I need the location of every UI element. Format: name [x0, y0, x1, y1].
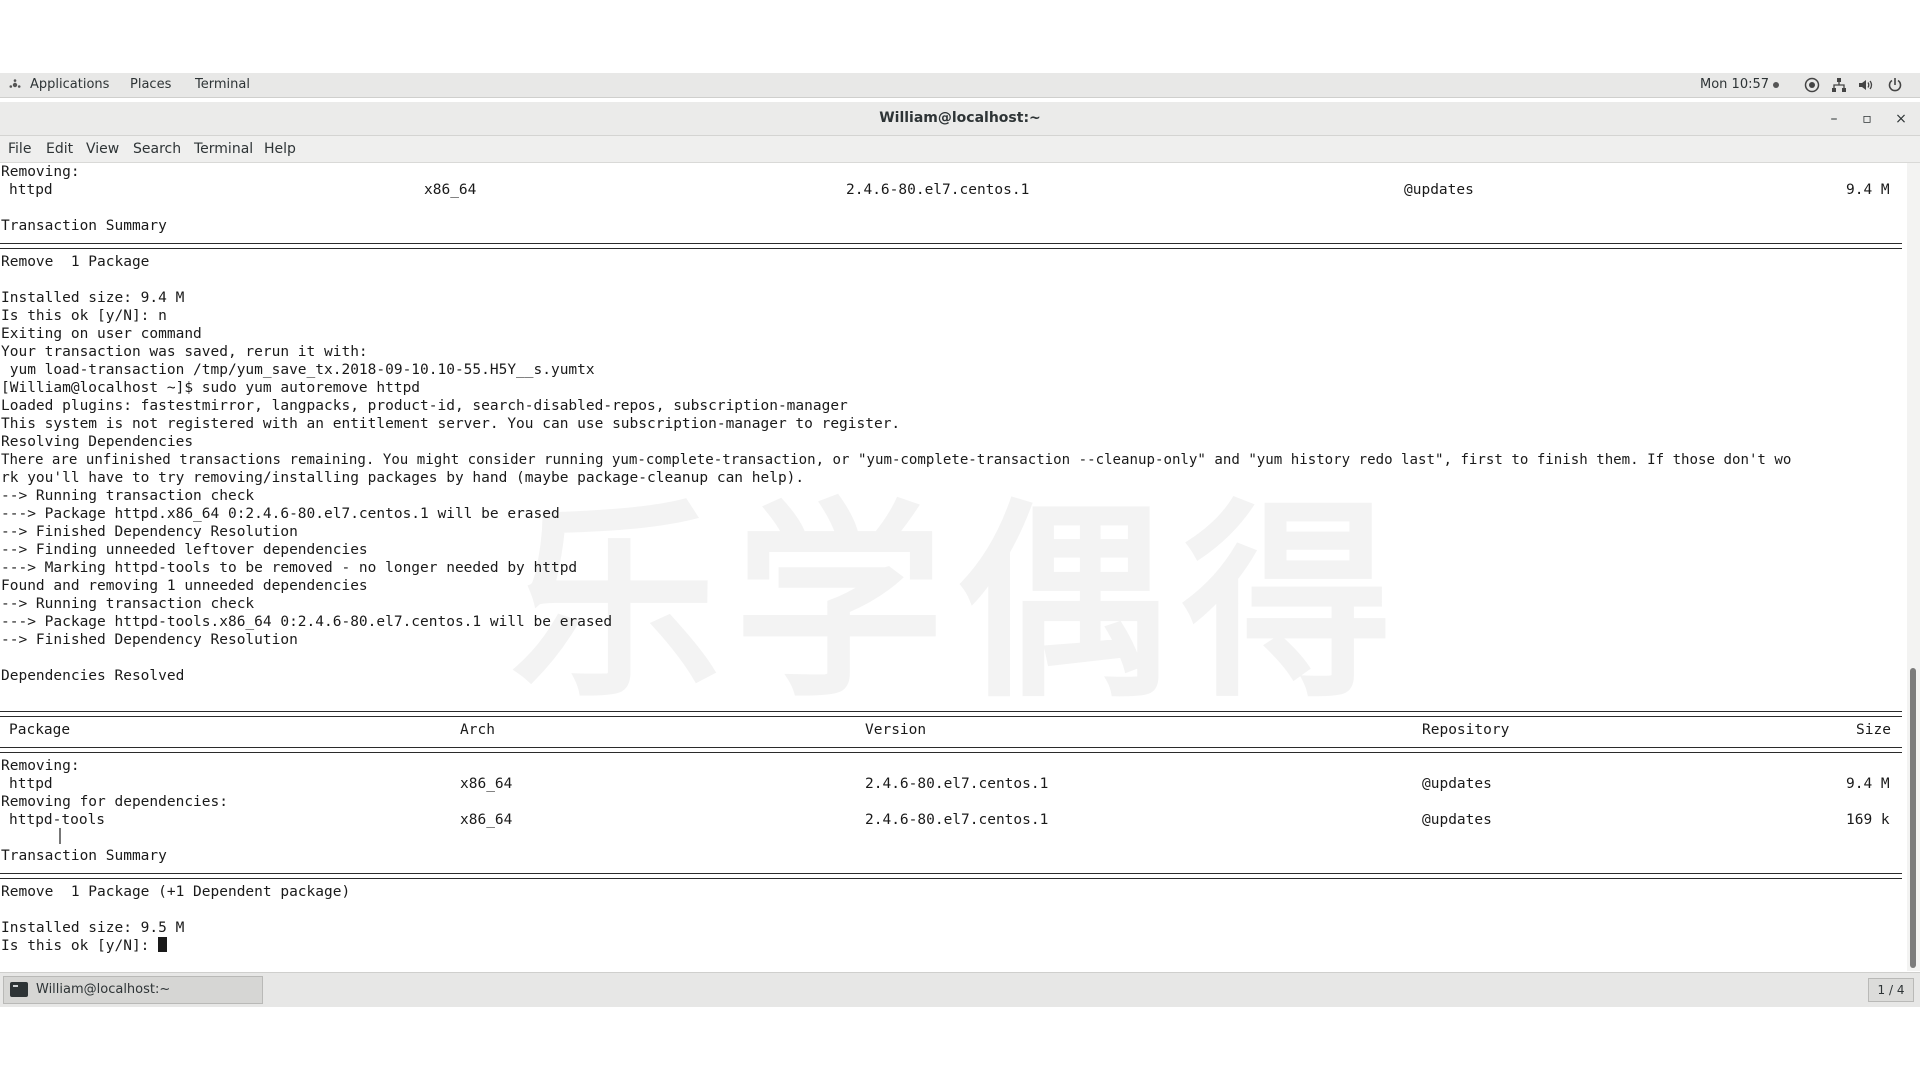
- pkg-version: 2.4.6-80.el7.centos.1: [865, 812, 1049, 828]
- col-header-arch: Arch: [460, 722, 495, 738]
- terminal-line: Removing:: [1, 758, 80, 774]
- pkg-arch: x86_64: [460, 776, 513, 792]
- minimize-button[interactable]: –: [1823, 108, 1845, 130]
- pkg-size: 9.4 M: [1846, 776, 1890, 792]
- pkg-arch: x86_64: [460, 812, 513, 828]
- menu-view[interactable]: View: [86, 141, 119, 157]
- col-header-size: Size: [1856, 722, 1891, 738]
- workspace-switcher[interactable]: 1 / 4: [1868, 978, 1914, 1002]
- terminal-line: Removing:: [1, 164, 80, 180]
- terminal-line: There are unfinished transactions remain…: [1, 452, 1792, 468]
- menu-file[interactable]: File: [8, 141, 31, 157]
- letterbox-top: [0, 0, 1920, 73]
- terminal-line: Remove 1 Package (+1 Dependent package): [1, 884, 351, 900]
- clock-label: Mon 10:57: [1700, 77, 1770, 92]
- terminal-line: Installed size: 9.4 M: [1, 290, 185, 306]
- terminal-line: Removing for dependencies:: [1, 794, 228, 810]
- window-title: William@localhost:~: [879, 110, 1041, 126]
- terminal-line: rk you'll have to try removing/installin…: [1, 470, 805, 486]
- pkg-size: 9.4 M: [1846, 182, 1890, 198]
- menu-help[interactable]: Help: [264, 141, 296, 157]
- pkg-name: httpd: [9, 776, 53, 792]
- places-menu[interactable]: Places: [130, 77, 171, 92]
- terminal-line: Found and removing 1 unneeded dependenci…: [1, 578, 368, 594]
- terminal-icon: [10, 982, 28, 997]
- applications-menu[interactable]: Applications: [30, 77, 109, 92]
- terminal-line: --> Finished Dependency Resolution: [1, 524, 298, 540]
- terminal-line: Is this ok [y/N]: n: [1, 308, 167, 324]
- volume-icon[interactable]: [1857, 77, 1873, 93]
- taskbar: William@localhost:~ 1 / 4: [0, 972, 1920, 1007]
- close-button[interactable]: ×: [1890, 108, 1912, 130]
- terminal-scrollbar[interactable]: [1907, 163, 1920, 971]
- terminal-line: ---> Package httpd-tools.x86_64 0:2.4.6-…: [1, 614, 613, 630]
- terminal-line: Transaction Summary: [1, 218, 167, 234]
- taskbar-window-item[interactable]: William@localhost:~: [3, 976, 263, 1004]
- separator-rule: [0, 873, 1902, 879]
- pkg-version: 2.4.6-80.el7.centos.1: [865, 776, 1049, 792]
- pkg-arch: x86_64: [424, 182, 477, 198]
- terminal-line: --> Running transaction check: [1, 488, 255, 504]
- terminal-app-menu[interactable]: Terminal: [195, 77, 250, 92]
- pkg-repo: @updates: [1422, 776, 1492, 792]
- terminal-line: Your transaction was saved, rerun it wit…: [1, 344, 368, 360]
- terminal-output[interactable]: 乐学偶得 Removing: httpd x86_64 2.4.6-80.el7…: [0, 163, 1906, 971]
- terminal-line: Resolving Dependencies: [1, 434, 194, 450]
- terminal-line: --> Running transaction check: [1, 596, 255, 612]
- terminal-line: ---> Package httpd.x86_64 0:2.4.6-80.el7…: [1, 506, 560, 522]
- ibeam-cursor-icon: [59, 828, 61, 844]
- letterbox-bottom: [0, 1007, 1920, 1080]
- gnome-top-bar: Applications Places Terminal Mon 10:57: [0, 73, 1920, 98]
- terminal-line: Installed size: 9.5 M: [1, 920, 185, 936]
- prompt-line[interactable]: Is this ok [y/N]:: [1, 937, 168, 955]
- menu-search[interactable]: Search: [133, 141, 181, 157]
- separator-rule: [0, 747, 1902, 753]
- pkg-name: httpd-tools: [9, 812, 106, 828]
- terminal-line: Remove 1 Package: [1, 254, 150, 270]
- pkg-repo: @updates: [1422, 812, 1492, 828]
- terminal-line: Exiting on user command: [1, 326, 202, 342]
- clock[interactable]: Mon 10:57: [1700, 77, 1780, 92]
- maximize-button[interactable]: ▫: [1856, 108, 1878, 130]
- pkg-size: 169 k: [1846, 812, 1890, 828]
- terminal-line: --> Finished Dependency Resolution: [1, 632, 298, 648]
- terminal-menu-bar: File Edit View Search Terminal Help: [0, 136, 1920, 163]
- col-header-version: Version: [865, 722, 927, 738]
- pkg-name: httpd: [9, 182, 53, 198]
- menu-terminal[interactable]: Terminal: [194, 141, 253, 157]
- applications-icon: [9, 79, 21, 88]
- terminal-line: --> Finding unneeded leftover dependenci…: [1, 542, 368, 558]
- pkg-version: 2.4.6-80.el7.centos.1: [846, 182, 1030, 198]
- terminal-line: [William@localhost ~]$ sudo yum autoremo…: [1, 380, 421, 396]
- col-header-repository: Repository: [1422, 722, 1510, 738]
- menu-edit[interactable]: Edit: [46, 141, 73, 157]
- pkg-repo: @updates: [1404, 182, 1474, 198]
- scrollbar-thumb[interactable]: [1910, 668, 1916, 968]
- terminal-line: Dependencies Resolved: [1, 668, 185, 684]
- col-header-package: Package: [9, 722, 71, 738]
- power-icon[interactable]: [1887, 77, 1903, 93]
- terminal-line: ---> Marking httpd-tools to be removed -…: [1, 560, 578, 576]
- terminal-line: This system is not registered with an en…: [1, 416, 901, 432]
- window-title-bar[interactable]: William@localhost:~ – ▫ ×: [0, 102, 1920, 136]
- notification-dot-icon: [1773, 81, 1780, 88]
- taskbar-window-label: William@localhost:~: [36, 982, 171, 997]
- text-cursor: [158, 937, 168, 952]
- prompt-text: Is this ok [y/N]:: [1, 938, 159, 954]
- terminal-line: Loaded plugins: fastestmirror, langpacks…: [1, 398, 848, 414]
- terminal-line: Transaction Summary: [1, 848, 167, 864]
- terminal-line: yum load-transaction /tmp/yum_save_tx.20…: [1, 362, 595, 378]
- network-icon[interactable]: [1831, 77, 1847, 93]
- separator-rule: [0, 243, 1902, 249]
- separator-rule: [0, 711, 1902, 717]
- accessibility-icon[interactable]: [1804, 77, 1820, 93]
